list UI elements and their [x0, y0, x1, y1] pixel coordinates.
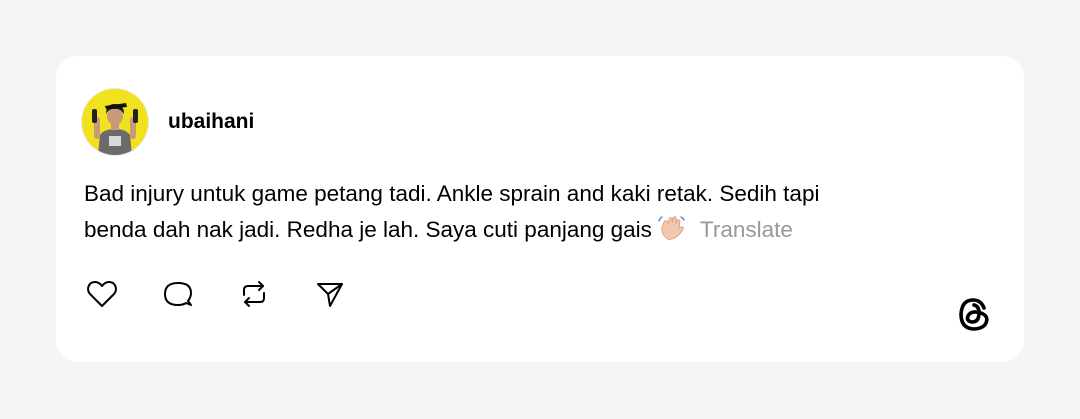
repost-button[interactable]: [236, 276, 272, 312]
waving-hand-icon: [658, 215, 686, 252]
post-text-line: Bad injury untuk game petang tadi. Ankle…: [84, 181, 820, 206]
heart-icon: [87, 281, 117, 307]
like-button[interactable]: [84, 276, 120, 312]
avatar[interactable]: [82, 89, 148, 155]
username[interactable]: ubaihani: [168, 110, 254, 134]
comment-button[interactable]: [160, 276, 196, 312]
post-header: ubaihani: [82, 89, 254, 155]
send-icon: [317, 283, 343, 307]
post-text: Bad injury untuk game petang tadi. Ankle…: [84, 176, 984, 252]
comment-bubble-icon: [164, 282, 192, 306]
translate-link[interactable]: Translate: [700, 217, 793, 242]
threads-logo-icon[interactable]: [952, 292, 996, 336]
post-card: ubaihani Bad injury untuk game petang ta…: [56, 56, 1024, 362]
post-text-line: benda dah nak jadi. Redha je lah. Saya c…: [84, 217, 652, 242]
post-text-line-last: benda dah nak jadi. Redha je lah. Saya c…: [84, 212, 984, 252]
action-bar: [84, 276, 388, 312]
avatar-image: [82, 89, 148, 155]
repost-icon: [243, 281, 265, 307]
share-button[interactable]: [312, 276, 348, 312]
